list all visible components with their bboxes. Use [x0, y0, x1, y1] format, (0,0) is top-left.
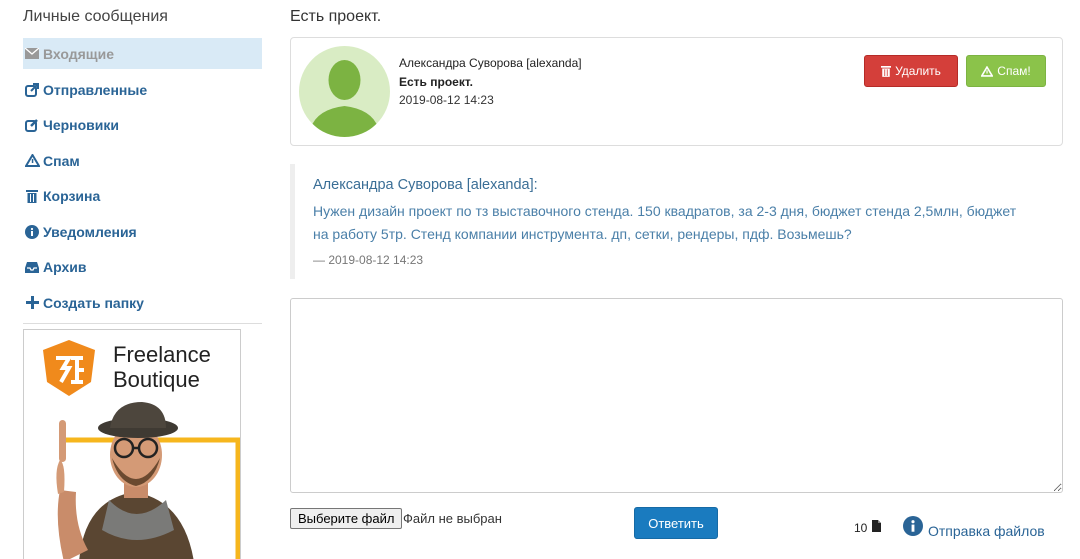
sidebar-item-label: Архив	[43, 259, 87, 276]
message-quote: Александра Суворова [alexanda]: Нужен ди…	[290, 164, 1063, 279]
sidebar-divider	[23, 323, 262, 324]
sidebar-item-label: Спам	[43, 152, 80, 169]
warning-icon	[981, 65, 994, 77]
sidebar-item-label: Уведомления	[43, 223, 137, 240]
ad-banner[interactable]: Freelance Boutique	[23, 329, 241, 559]
warning-icon	[23, 154, 41, 168]
delete-button[interactable]: Удалить	[864, 55, 958, 87]
user-silhouette-icon	[309, 60, 380, 137]
quote-date: — 2019-08-12 14:23	[313, 253, 424, 267]
sidebar-item-label: Корзина	[43, 188, 101, 205]
sidebar-item-notifications[interactable]: Уведомления	[23, 214, 262, 250]
trash-icon	[23, 189, 41, 204]
avatar	[299, 46, 390, 137]
sidebar-item-trash[interactable]: Корзина	[23, 179, 262, 215]
send-files-link[interactable]: Отправка файлов	[928, 523, 1045, 539]
sidebar-title: Личные сообщения	[23, 8, 168, 25]
file-count: 10	[854, 521, 868, 535]
file-icon	[872, 519, 881, 537]
info-icon	[23, 224, 41, 239]
reply-textarea[interactable]	[290, 298, 1063, 493]
sidebar-item-spam[interactable]: Спам	[23, 143, 262, 179]
file-status: Файл не выбран	[403, 511, 502, 526]
info-icon[interactable]	[903, 516, 923, 541]
ad-illustration	[56, 402, 240, 559]
sidebar-item-label: Черновики	[43, 117, 120, 134]
sidebar-item-label: Отправленные	[43, 81, 148, 98]
plus-icon	[23, 296, 41, 310]
share-icon	[23, 82, 41, 97]
sidebar-item-sent[interactable]: Отправленные	[23, 72, 262, 108]
sender-name: Александра Суворова [alexanda]	[399, 56, 582, 70]
inbox-icon	[23, 261, 41, 274]
sidebar: Личные сообщения Входящие Отправленные Ч…	[0, 0, 270, 559]
quote-text: Нужен дизайн проект по тз выставочного с…	[313, 203, 1017, 242]
edit-icon	[23, 118, 41, 133]
sidebar-item-create-folder[interactable]: Создать папку	[23, 285, 262, 321]
trash-icon	[881, 65, 892, 77]
quote-author: Александра Суворова [alexanda]:	[313, 177, 538, 193]
envelope-icon	[23, 48, 41, 59]
message-header-card: Александра Суворова [alexanda] Есть прое…	[290, 37, 1063, 146]
page-title: Есть проект.	[290, 8, 382, 25]
sidebar-item-inbox[interactable]: Входящие	[23, 38, 262, 69]
sidebar-item-label: Создать папку	[43, 294, 144, 311]
message-subject: Есть проект.	[399, 75, 474, 89]
spam-button-label: Спам!	[997, 64, 1031, 78]
sidebar-item-drafts[interactable]: Черновики	[23, 108, 262, 144]
brand-logo-icon	[43, 340, 95, 396]
delete-button-label: Удалить	[895, 64, 941, 78]
reply-button[interactable]: Ответить	[634, 507, 718, 539]
folder-nav: Входящие Отправленные Черновики Спам Кор…	[23, 38, 262, 321]
sidebar-item-label: Входящие	[43, 45, 114, 62]
choose-file-button[interactable]: Выберите файл	[290, 508, 403, 529]
ad-brand-text: Freelance Boutique	[113, 342, 211, 392]
message-date: 2019-08-12 14:23	[399, 93, 494, 107]
spam-button[interactable]: Спам!	[966, 55, 1046, 87]
sidebar-item-archive[interactable]: Архив	[23, 250, 262, 286]
